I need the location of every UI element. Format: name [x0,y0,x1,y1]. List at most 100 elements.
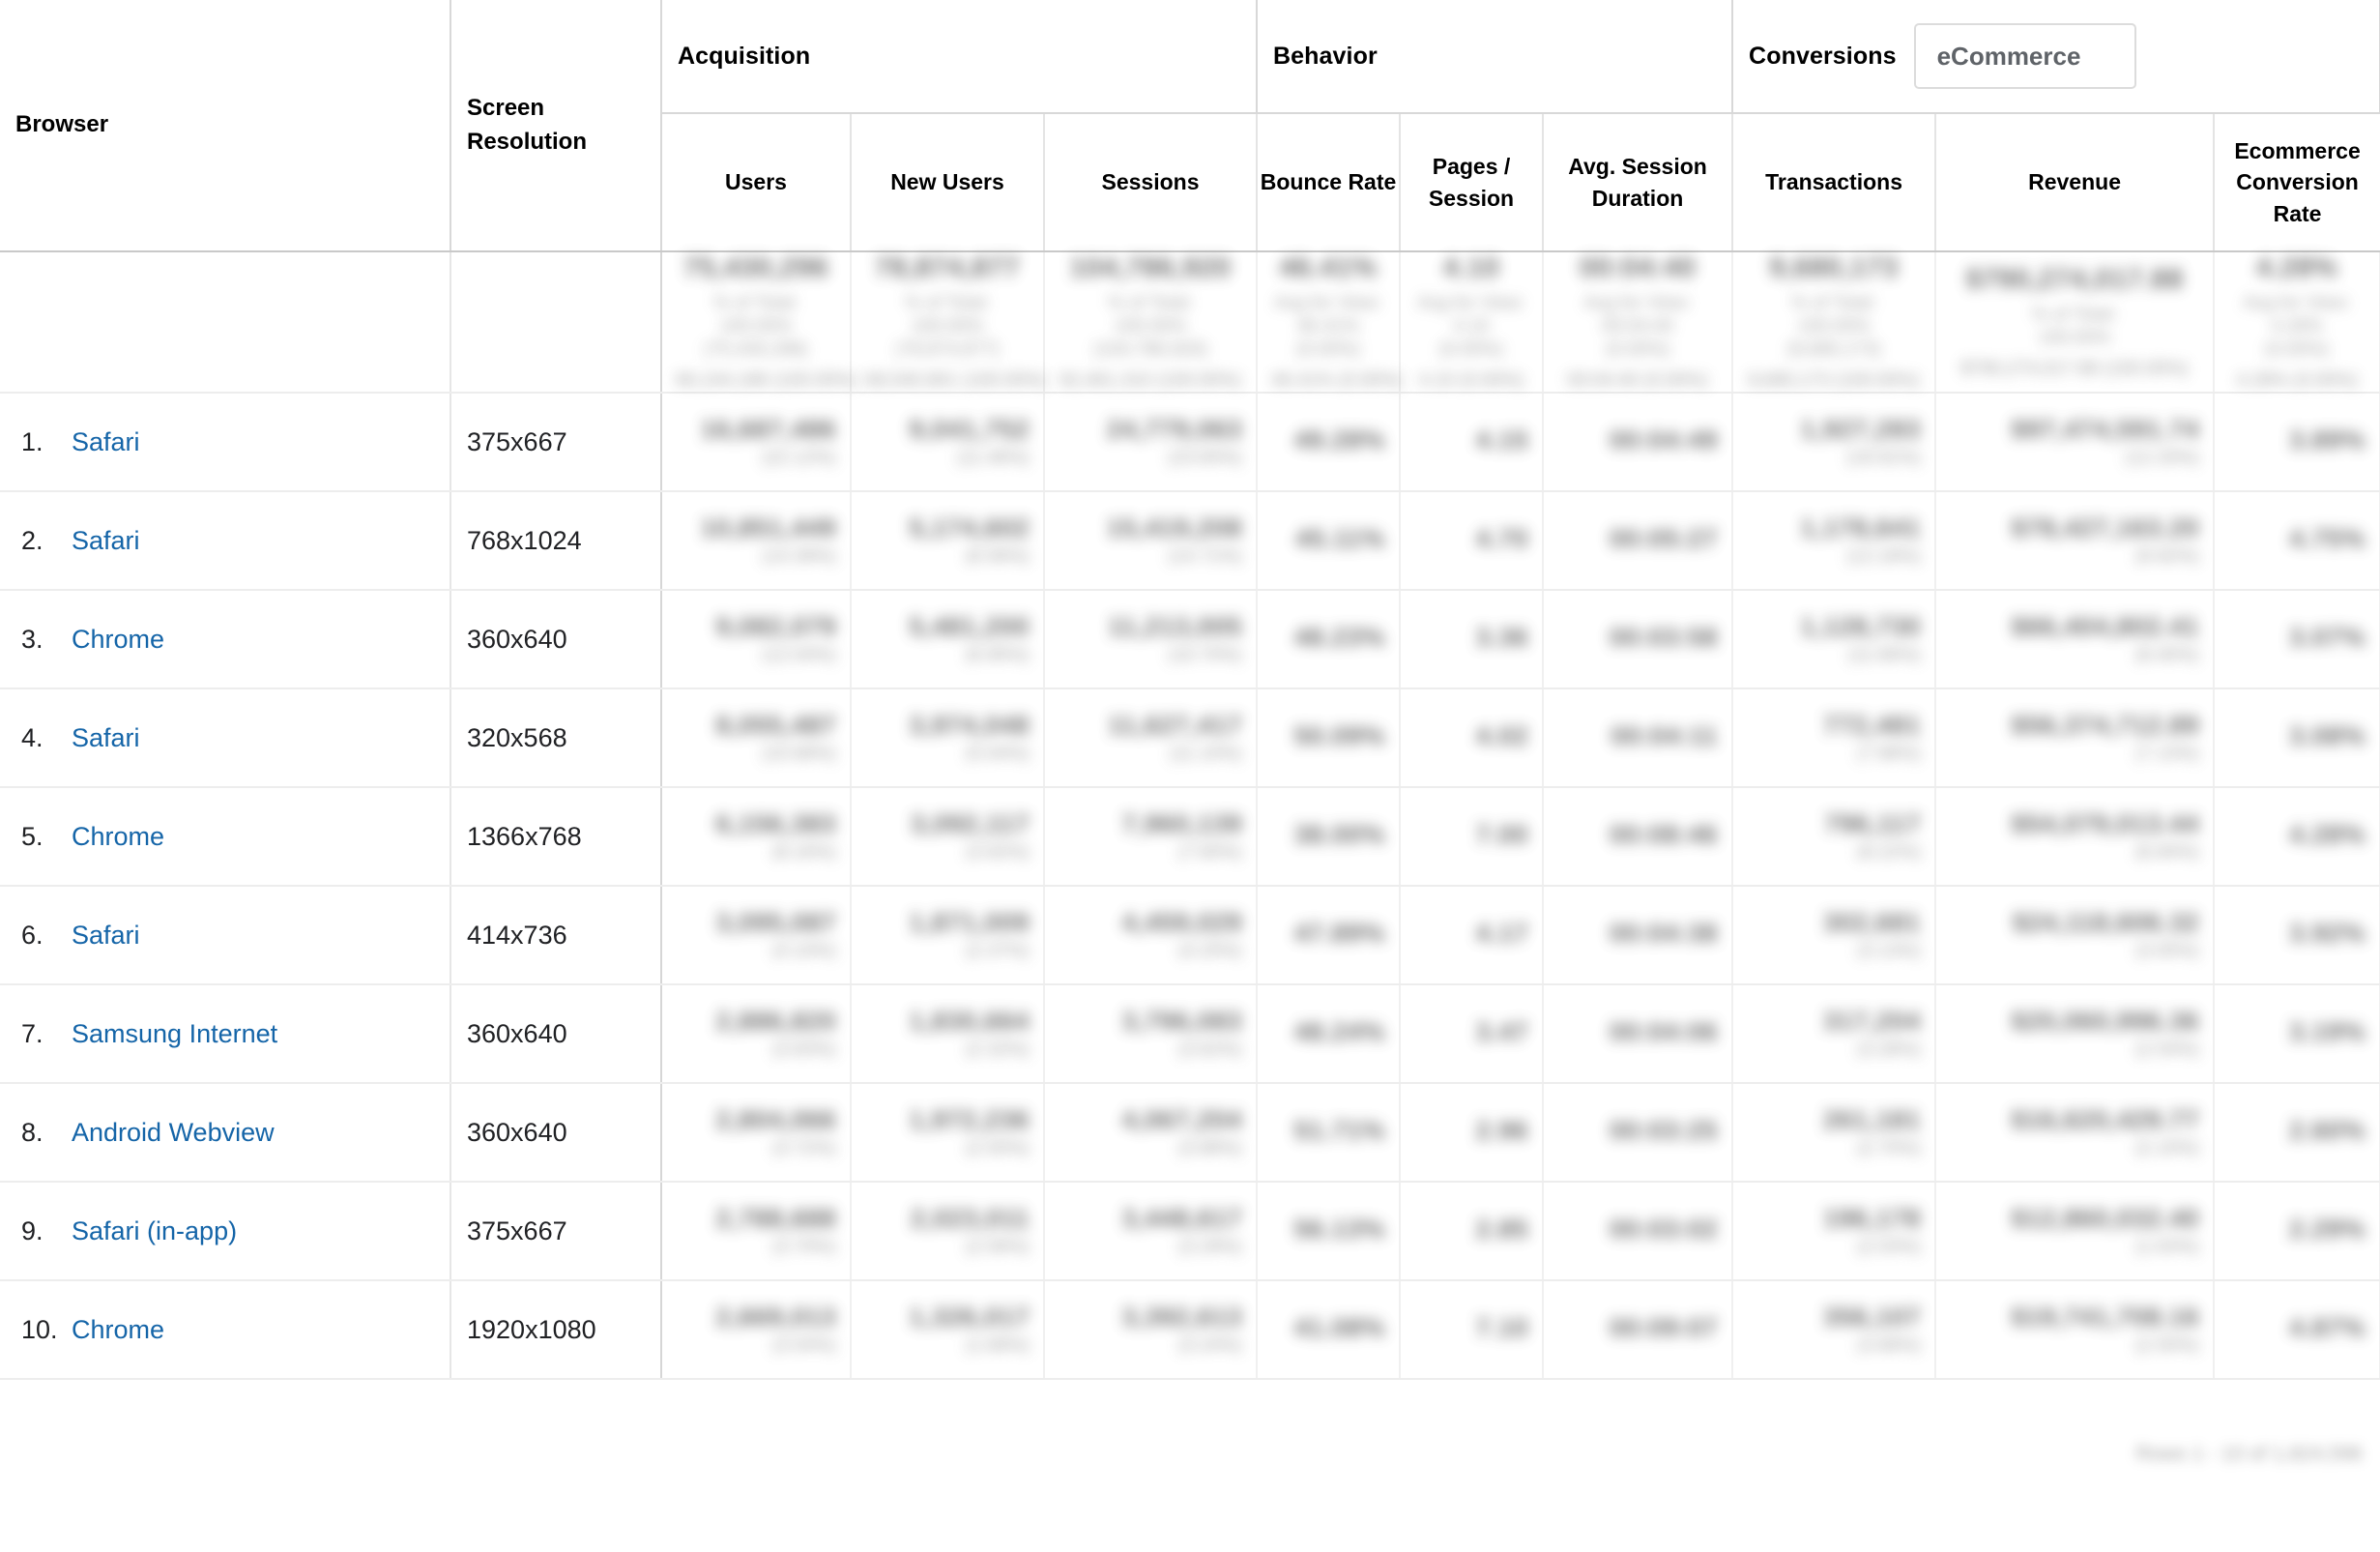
metric-main: 5,481,200 [909,612,1030,642]
metric-cell: 4.17 [1400,886,1545,986]
metric-cell: 00:09:07 [1543,1280,1734,1381]
metric-main: 48.23% [1293,623,1386,653]
browser-link[interactable]: Safari (in-app) [72,1216,237,1246]
behavior-group-label: Behavior [1273,42,1378,70]
metric-main: 8,055,487 [715,711,836,741]
redacted-metric-value: 10,851,449 (14.39%) [662,513,850,568]
header-browser-label: Browser [15,111,109,138]
header-metric-avg-session-duration[interactable]: Avg. Session Duration [1543,113,1734,252]
header-metric-sessions[interactable]: Sessions [1044,113,1259,252]
metric-cell: 1,871,009 (2.37%) [851,886,1045,986]
metric-cell: 24,779,063 (23.65%) [1044,393,1259,493]
header-browser[interactable]: Browser [0,0,451,252]
header-metric-ecommerce-conversion-rate[interactable]: Ecommerce Conversion Rate [2214,113,2380,252]
metric-main: 4,067,204 [1121,1105,1243,1135]
metric-main: 1,178,641 [1800,513,1922,543]
metric-main: 2,788,688 [715,1204,836,1234]
header-metric-pages-per-session[interactable]: Pages / Session [1400,113,1545,252]
header-screen-resolution-label: Screen Resolution [467,94,587,155]
metric-main: 196,178 [1822,1204,1922,1234]
metric-main: 4.87% [2289,1313,2366,1343]
table-row: 6. Safari 414x736 3,095,087 (4.10%) 1,871,009… [0,886,2380,986]
metric-main: 56.13% [1293,1215,1386,1245]
redacted-metric-value: 2.60% [2215,1116,2379,1146]
conversions-group-label: Conversions [1749,42,1897,70]
metric-cell: 3,796,083 (3.62%) [1044,984,1259,1085]
redacted-metric-value: $12,860,032.40 (1.63%) [1936,1204,2213,1258]
redacted-metric-value: 16,687,486 (22.12%) [662,415,850,469]
metric-cell: 796,117 (8.22%) [1732,787,1937,888]
metric-main: 3,392,613 [1121,1303,1243,1332]
metric-main: 4.17 [1475,919,1529,949]
metric-main: 9,082,079 [715,612,836,642]
metric-main: 00:03:58 [1609,623,1719,653]
metric-cell: 5,174,602 (6.56%) [851,491,1045,592]
table-row: 7. Samsung Internet 360x640 2,886,820 (3.83%… [0,984,2380,1085]
browser-link[interactable]: Safari [72,723,140,753]
table-row: 3. Chrome 360x640 9,082,079 (12.04%) 5,481,20… [0,590,2380,690]
header-metric-revenue[interactable]: Revenue [1935,113,2216,252]
metric-sub: (22.12%) [761,448,836,469]
redacted-metric-value: 00:04:49 [1544,425,1731,455]
header-screen-resolution[interactable]: Screen Resolution [450,0,662,252]
metric-main: 3.19% [2289,1017,2366,1047]
summary-metric-cell: $790,274,017.88 % of Total: 100.00% $790,27… [1935,251,2216,395]
conversions-goal-select-value: eCommerce [1936,41,2081,71]
resolution-cell: 360x640 [450,590,662,690]
header-metric-bounce-rate[interactable]: Bounce Rate [1257,113,1402,252]
header-metric-new-users[interactable]: New Users [851,113,1045,252]
metric-cell: 7.00 [1400,787,1545,888]
browser-link[interactable]: Samsung Internet [72,1019,277,1049]
redacted-metric-value: 7.00 [1401,820,1542,850]
browser-link[interactable]: Chrome [72,1315,164,1345]
metric-main: 3.36 [1475,623,1529,653]
metric-sub: (2.50%) [965,1138,1030,1159]
resolution-value: 360x640 [467,1018,567,1048]
browser-link[interactable]: Safari [72,427,140,457]
metric-sub: (12.18%) [1845,546,1922,568]
redacted-metric-value: 3.89% [2215,425,2379,455]
metric-cell: 8,055,487 (10.68%) [661,688,852,789]
resolution-cell: 414x736 [450,886,662,986]
metric-main: 302,681 [1822,908,1922,938]
summary-metric-mid: Avg for View: 00:04:40 (0.00%) [1583,293,1692,360]
metric-main: 51.71% [1293,1116,1386,1146]
browser-link[interactable]: Chrome [72,822,164,852]
metric-main: $66,404,802.41 [2011,612,2200,642]
header-metric-transactions[interactable]: Transactions [1732,113,1937,252]
browser-link[interactable]: Safari [72,526,140,556]
browser-link[interactable]: Chrome [72,625,164,655]
summary-metric-cell: 00:04:40 Avg for View: 00:04:40 (0.00%) 00:0… [1543,251,1734,395]
metric-sub: (14.39%) [761,546,836,568]
browser-cell: 8. Android Webview [0,1083,451,1184]
redacted-metric-value: 3.08% [2215,721,2379,751]
metric-sub: (7.60%) [1177,842,1243,864]
resolution-value: 360x640 [467,624,567,654]
conversions-goal-select[interactable]: eCommerce [1913,23,2136,89]
metric-main: 1,128,730 [1800,612,1922,642]
metric-main: 15,419,208 [1106,513,1243,543]
metric-cell: 261,181 (2.70%) [1732,1083,1937,1184]
header-metric-users[interactable]: Users [661,113,852,252]
browser-link[interactable]: Android Webview [72,1118,275,1148]
metric-sub: (3.68%) [1856,1335,1922,1357]
metric-sub: (3.54%) [771,1335,836,1357]
redacted-metric-value: 3,974,048 (5.04%) [852,711,1043,765]
resolution-cell: 375x667 [450,393,662,493]
redacted-metric-value: 1,927,283 (19.91%) [1733,415,1934,469]
metric-cell: 00:03:25 [1543,1083,1734,1184]
metric-cell: $54,079,013.44 (6.84%) [1935,787,2216,888]
metric-main: 16,687,486 [700,415,836,445]
summary-metric-mid: Avg for View: 4.28% (0.00%) [2243,293,2351,360]
metric-sub: (3.92%) [965,842,1030,864]
browser-link[interactable]: Safari [72,921,140,951]
redacted-metric-value: $16,620,429.77 (2.10%) [1936,1105,2213,1159]
metric-sub: (2.10%) [2134,1138,2200,1159]
redacted-metric-value: 2,669,013 (3.54%) [662,1303,850,1357]
metric-cell: 48.24% [1257,984,1402,1085]
header-group-row: Browser Screen Resolution Acquisition Be… [0,0,2380,252]
metric-cell: $20,060,996.36 (2.54%) [1935,984,2216,1085]
metric-cell: 1,178,641 (12.18%) [1732,491,1937,592]
metric-main: 356,107 [1822,1303,1922,1332]
metric-main: 49.28% [1293,425,1386,455]
